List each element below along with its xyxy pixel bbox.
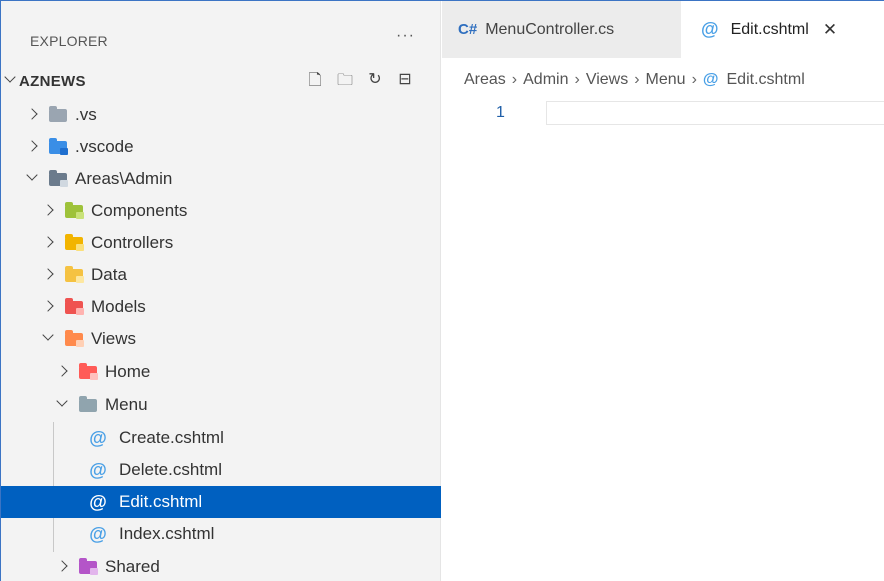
more-actions-icon[interactable]: ··· xyxy=(396,27,415,45)
close-icon[interactable]: ✕ xyxy=(823,20,837,40)
tree-item-label: Menu xyxy=(105,395,148,414)
tree-item-components[interactable]: Components xyxy=(1,195,441,227)
home-folder-icon xyxy=(79,362,98,380)
tab-menucontroller-cs[interactable]: C# MenuController.cs xyxy=(442,1,681,58)
tab-label: MenuController.cs xyxy=(485,20,615,38)
tree-item-label: Edit.cshtml xyxy=(119,492,203,511)
chevron-down-icon xyxy=(53,397,71,414)
tree-item-vscode[interactable]: .vscode xyxy=(1,131,441,163)
tree-item-models[interactable]: Models xyxy=(1,291,441,323)
csharp-file-icon: C# xyxy=(458,21,478,38)
tree-item-delete-cshtml[interactable]: @ Delete.cshtml xyxy=(1,454,441,486)
components-folder-icon xyxy=(65,201,84,219)
explorer-root-actions: 🗋 🗀 ↻ ⊟ xyxy=(306,69,414,96)
tree-item-label: Controllers xyxy=(91,233,174,252)
breadcrumb-item[interactable]: Edit.cshtml xyxy=(727,71,805,89)
chevron-down-icon xyxy=(1,73,19,90)
breadcrumb-item[interactable]: Areas xyxy=(464,71,506,89)
chevron-right-icon xyxy=(39,203,57,220)
vscode-folder-icon xyxy=(49,137,68,155)
tree-item-label: Views xyxy=(91,329,137,348)
tree-item-label: Delete.cshtml xyxy=(119,460,222,479)
explorer-title: EXPLORER xyxy=(30,33,108,49)
tree-item-label: .vs xyxy=(75,105,97,124)
razor-file-icon: @ xyxy=(89,523,107,544)
chevron-right-icon xyxy=(23,107,41,124)
tree-item-label: .vscode xyxy=(75,137,134,156)
chevron-right-icon xyxy=(39,267,57,284)
current-line-highlight[interactable] xyxy=(546,101,884,125)
collapse-all-icon[interactable]: ⊟ xyxy=(396,69,414,96)
tree-item-vs[interactable]: .vs xyxy=(1,99,441,131)
editor-area: C# MenuController.cs @ Edit.cshtml ✕ Are… xyxy=(442,1,884,581)
tree-item-home[interactable]: Home xyxy=(1,356,441,388)
breadcrumb-separator: › xyxy=(691,71,697,88)
tree-item-label: Areas\Admin xyxy=(75,169,173,188)
explorer-root-label: AZNEWS xyxy=(19,72,86,90)
tree-item-controllers[interactable]: Controllers xyxy=(1,227,441,259)
explorer-header: EXPLORER ··· xyxy=(1,1,441,58)
controllers-folder-icon xyxy=(65,233,84,251)
data-folder-icon xyxy=(65,265,84,283)
tree-item-label: Models xyxy=(91,297,146,316)
tree-item-create-cshtml[interactable]: @ Create.cshtml xyxy=(1,422,441,454)
tree-item-label: Index.cshtml xyxy=(119,524,215,543)
breadcrumb: Areas › Admin › Views › Menu › @ Edit.cs… xyxy=(464,71,805,89)
folder-icon xyxy=(49,105,67,122)
tab-edit-cshtml[interactable]: @ Edit.cshtml ✕ xyxy=(681,1,884,58)
chevron-down-icon xyxy=(23,171,41,188)
tree-item-data[interactable]: Data xyxy=(1,259,441,291)
tree-item-menu[interactable]: Menu xyxy=(1,389,441,421)
shared-folder-icon xyxy=(79,557,98,575)
chevron-right-icon xyxy=(39,235,57,252)
models-folder-icon xyxy=(65,297,84,315)
chevron-right-icon xyxy=(53,559,71,576)
chevron-right-icon xyxy=(39,299,57,316)
tree-item-label: Shared xyxy=(105,557,160,576)
chevron-right-icon xyxy=(23,139,41,156)
razor-file-icon: @ xyxy=(89,491,107,512)
tree-item-views[interactable]: Views xyxy=(1,323,441,355)
tree-item-label: Components xyxy=(91,201,188,220)
editor-tabs: C# MenuController.cs @ Edit.cshtml ✕ xyxy=(442,1,884,58)
folder-open-icon xyxy=(79,395,97,412)
new-file-icon[interactable]: 🗋 xyxy=(306,69,324,96)
tree-item-label: Home xyxy=(105,362,151,381)
razor-file-icon: @ xyxy=(89,427,107,448)
views-folder-open-icon xyxy=(65,329,84,347)
chevron-down-icon xyxy=(39,331,57,348)
breadcrumb-item[interactable]: Menu xyxy=(646,71,686,89)
tree-item-index-cshtml[interactable]: @ Index.cshtml xyxy=(1,518,441,550)
tree-item-label: Data xyxy=(91,265,127,284)
line-number: 1 xyxy=(496,104,505,121)
explorer-sidebar: EXPLORER ··· AZNEWS 🗋 🗀 ↻ ⊟ .vs .vscode xyxy=(1,1,441,581)
tree-item-areas-admin[interactable]: Areas\Admin xyxy=(1,163,441,195)
folder-open-icon xyxy=(49,169,68,187)
breadcrumb-separator: › xyxy=(511,71,518,88)
breadcrumb-item[interactable]: Views xyxy=(586,71,628,89)
breadcrumb-separator: › xyxy=(574,71,580,88)
chevron-right-icon xyxy=(53,364,71,381)
refresh-icon[interactable]: ↻ xyxy=(366,69,384,96)
razor-file-icon: @ xyxy=(701,19,719,39)
vscode-window: EXPLORER ··· AZNEWS 🗋 🗀 ↻ ⊟ .vs .vscode xyxy=(0,0,884,581)
tab-label: Edit.cshtml xyxy=(730,20,809,38)
tree-item-edit-cshtml[interactable]: @ Edit.cshtml xyxy=(1,486,441,518)
breadcrumb-item[interactable]: Admin xyxy=(523,71,568,89)
tree-item-shared[interactable]: Shared xyxy=(1,551,441,581)
tree-item-label: Create.cshtml xyxy=(119,428,224,447)
razor-file-icon: @ xyxy=(89,459,107,480)
razor-file-icon: @ xyxy=(702,71,719,88)
breadcrumb-separator: › xyxy=(634,71,640,88)
new-folder-icon[interactable]: 🗀 xyxy=(336,69,354,96)
